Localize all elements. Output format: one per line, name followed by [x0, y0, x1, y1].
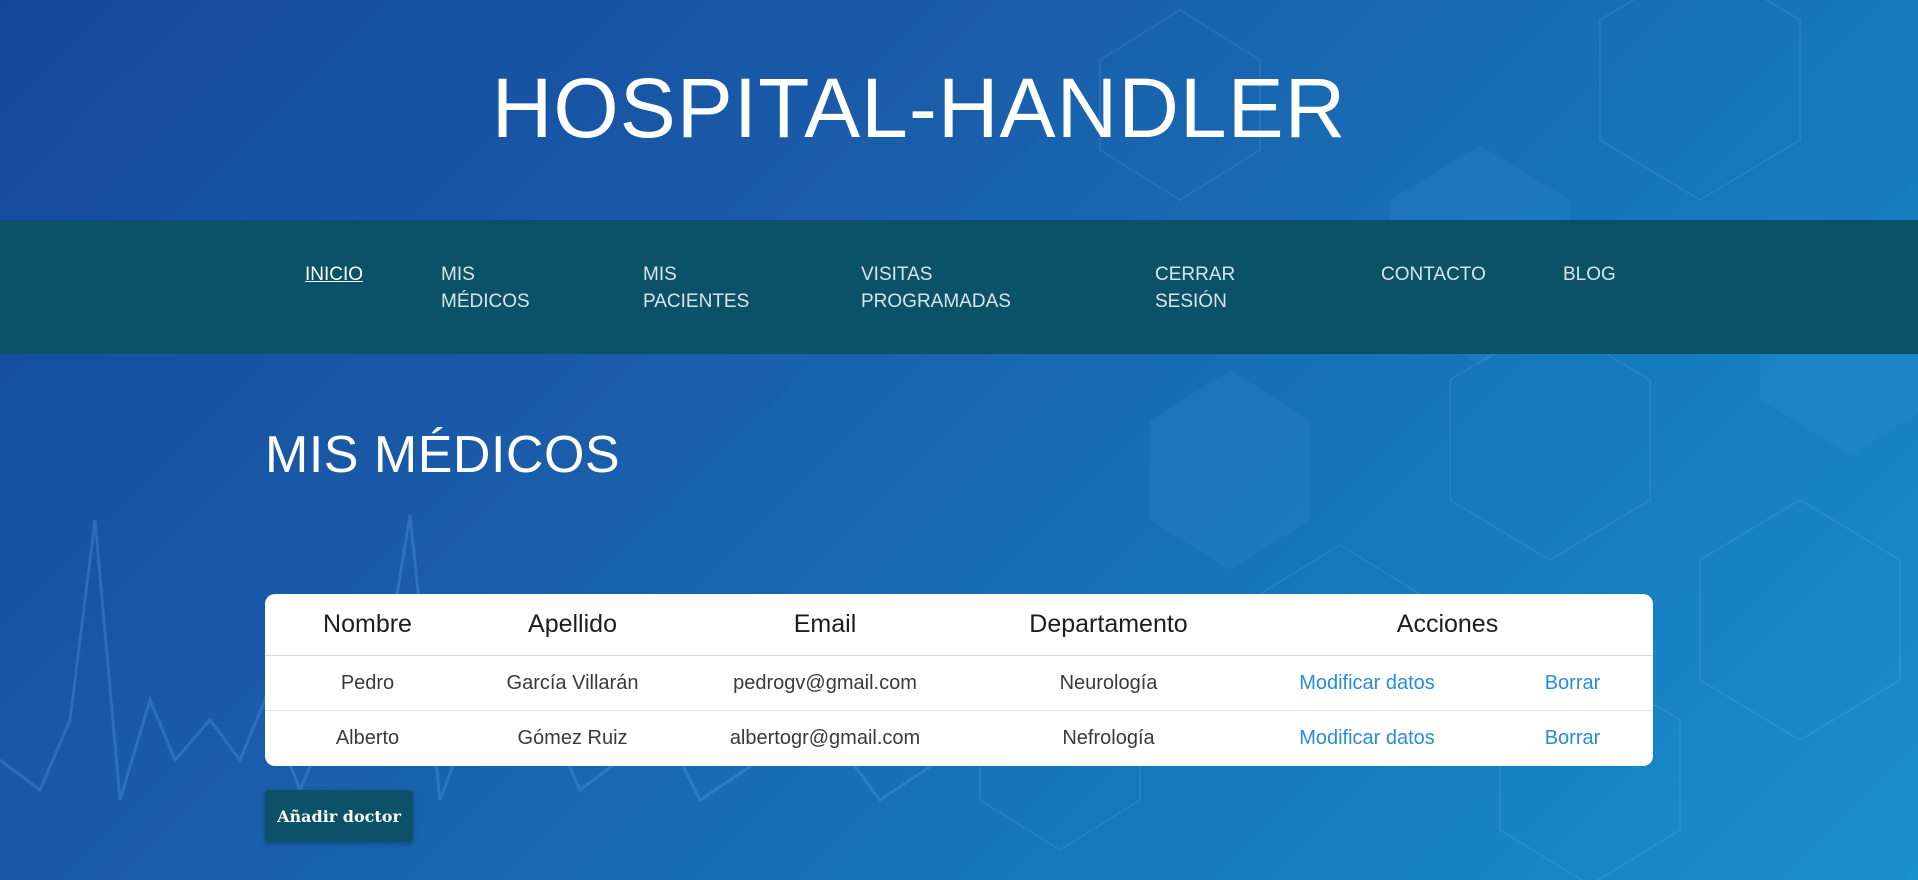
cell-nombre: Alberto	[335, 727, 400, 749]
nav-item-inicio[interactable]: INICIO	[305, 261, 363, 288]
delete-link[interactable]: Borrar	[1492, 656, 1653, 710]
nav-item-visitas-programadas[interactable]: VISITAS PROGRAMADAS	[861, 261, 1011, 315]
nav-item-mis-pacientes[interactable]: MIS PACIENTES	[643, 261, 749, 315]
nav-item-contacto[interactable]: CONTACTO	[1381, 261, 1486, 288]
cell-email: albertogr@gmail.com	[729, 727, 921, 749]
add-doctor-button[interactable]: Añadir doctor	[265, 790, 413, 842]
nav-item-mis-medicos[interactable]: MIS MÉDICOS	[441, 261, 530, 315]
doctors-table: Nombre Apellido Email Departamento Accio…	[265, 594, 1653, 766]
cell-nombre: Pedro	[340, 671, 395, 694]
column-header-nombre: Nombre	[323, 610, 412, 638]
modify-data-link[interactable]: Modificar datos	[1242, 656, 1492, 710]
delete-link[interactable]: Borrar	[1492, 711, 1653, 766]
cell-apellido: García Villarán	[506, 671, 639, 694]
table-row: Pedro García Villarán pedrogv@gmail.com …	[265, 656, 1653, 711]
nav-item-blog[interactable]: BLOG	[1563, 261, 1616, 288]
main-nav: INICIO MIS MÉDICOS MIS PACIENTES VISITAS…	[0, 220, 1918, 354]
cell-departamento: Nefrología	[1062, 727, 1155, 749]
cell-apellido: Gómez Ruiz	[517, 727, 628, 749]
column-header-apellido: Apellido	[528, 610, 617, 638]
modify-data-link[interactable]: Modificar datos	[1242, 711, 1492, 766]
column-header-acciones: Acciones	[1396, 610, 1499, 638]
page: HOSPITAL-HANDLER INICIO MIS MÉDICOS MIS …	[0, 0, 1918, 880]
nav-item-cerrar-sesion[interactable]: CERRAR SESIÓN	[1155, 261, 1235, 315]
section-title: MIS MÉDICOS	[265, 426, 621, 484]
site-title: HOSPITAL-HANDLER	[491, 60, 1347, 155]
table-row: Alberto Gómez Ruiz albertogr@gmail.com N…	[265, 711, 1653, 766]
column-header-email: Email	[793, 610, 857, 638]
column-header-departamento: Departamento	[1029, 610, 1188, 638]
site-header: HOSPITAL-HANDLER	[0, 0, 1918, 220]
table-header-row: Nombre Apellido Email Departamento Accio…	[265, 594, 1653, 656]
cell-departamento: Neurología	[1059, 671, 1158, 694]
cell-email: pedrogv@gmail.com	[733, 671, 917, 694]
